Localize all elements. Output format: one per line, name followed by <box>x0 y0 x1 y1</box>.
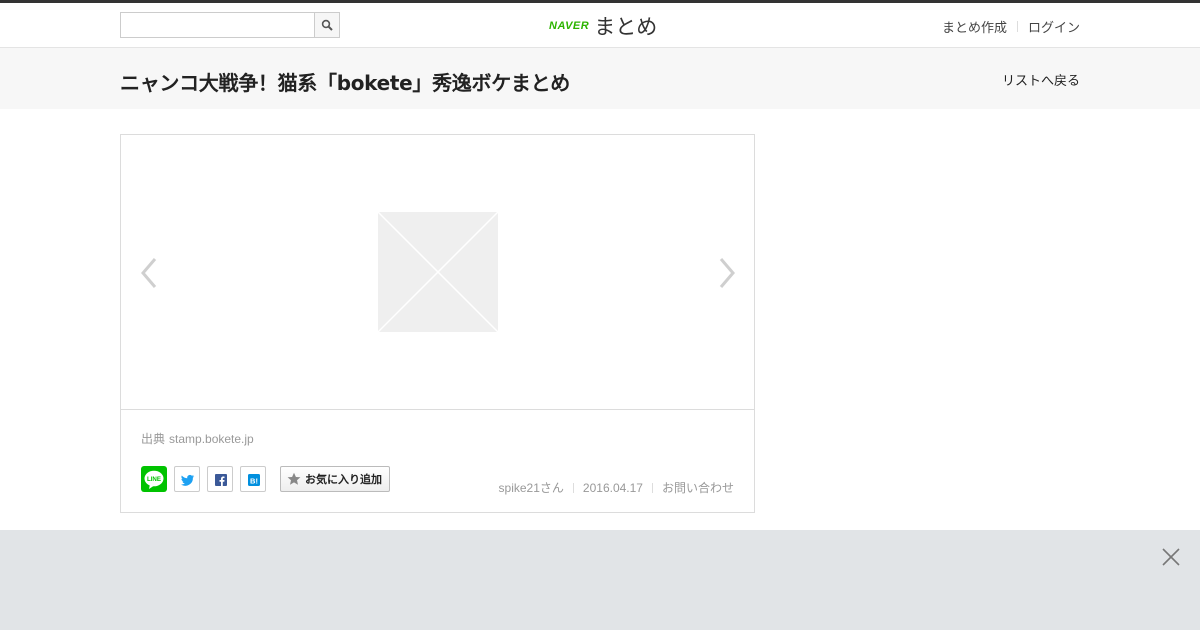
nav-divider <box>1016 21 1018 32</box>
author-link[interactable]: spike21さん <box>499 479 564 496</box>
twitter-share-button[interactable] <box>174 466 200 492</box>
add-favorite-button[interactable]: お気に入り追加 <box>280 466 390 492</box>
search-box <box>120 12 340 38</box>
next-arrow[interactable] <box>713 255 737 291</box>
page-title: ニャンコ大戦争！猫系「bokete」秀逸ボケまとめ <box>120 71 571 95</box>
back-to-list-link[interactable]: リストへ戻る <box>1002 70 1080 89</box>
logo-name: まとめ <box>594 15 658 39</box>
facebook-icon <box>215 474 227 486</box>
image-placeholder <box>377 211 499 333</box>
naver-matome-logo[interactable]: NAVER まとめ <box>549 12 657 40</box>
line-share-button[interactable]: LINE <box>141 466 167 492</box>
search-button[interactable] <box>314 13 339 37</box>
search-icon <box>321 19 333 31</box>
source-prefix: 出典 <box>141 432 166 446</box>
facebook-share-button[interactable] <box>207 466 233 492</box>
line-icon-text: LINE <box>147 476 161 483</box>
share-buttons: LINE B! お気に入り追加 <box>141 466 390 492</box>
twitter-icon <box>181 474 195 486</box>
hatena-bookmark-icon: B! <box>248 474 260 486</box>
top-header: NAVER まとめ まとめ作成 ログイン <box>0 0 1200 48</box>
source-link[interactable]: stamp.bokete.jp <box>169 432 254 446</box>
star-icon <box>287 472 301 485</box>
ad-close-button[interactable] <box>1162 548 1180 566</box>
top-nav: まとめ作成 ログイン <box>942 17 1080 36</box>
chevron-right-icon <box>719 258 735 288</box>
search-input[interactable] <box>121 13 315 37</box>
contact-link[interactable]: お問い合わせ <box>662 479 734 496</box>
favorite-label: お気に入り追加 <box>305 473 382 486</box>
hatena-bookmark-button[interactable]: B! <box>240 466 266 492</box>
close-icon <box>1162 548 1180 566</box>
post-meta: spike21さん 2016.04.17 お問い合わせ <box>499 479 734 496</box>
line-icon: LINE <box>144 470 164 489</box>
logo-brand: NAVER <box>549 20 590 32</box>
title-bar: ニャンコ大戦争！猫系「bokete」秀逸ボケまとめ リストへ戻る <box>0 48 1200 109</box>
hatena-icon-text: B! <box>250 477 258 486</box>
ad-banner-area <box>0 530 1200 630</box>
meta-divider <box>572 482 574 493</box>
post-date: 2016.04.17 <box>582 480 643 495</box>
create-matome-link[interactable]: まとめ作成 <box>942 17 1007 36</box>
image-card: 出典 stamp.bokete.jp LINE B! お気に入り追加 spike… <box>120 134 755 513</box>
source-line: 出典 stamp.bokete.jp <box>141 430 254 447</box>
chevron-left-icon <box>141 258 157 288</box>
image-viewer <box>121 135 754 410</box>
login-link[interactable]: ログイン <box>1028 17 1080 36</box>
meta-divider <box>651 482 653 493</box>
prev-arrow[interactable] <box>139 255 163 291</box>
broken-image-icon <box>377 211 499 333</box>
